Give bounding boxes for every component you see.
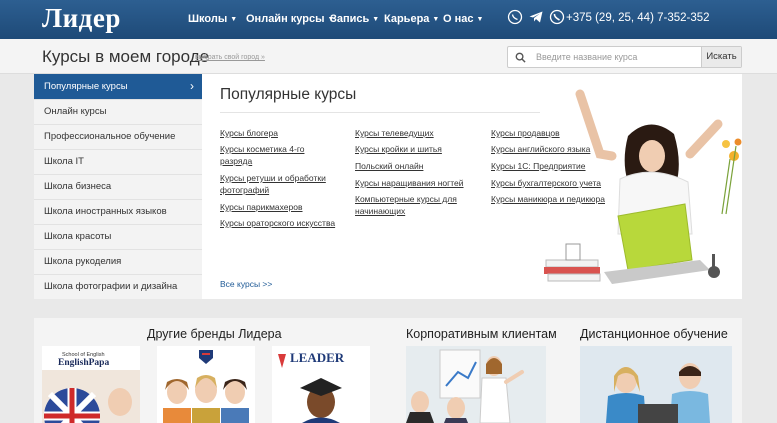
sidebar-item-beauty[interactable]: Школа красоты <box>34 224 202 250</box>
corporate-title: Корпоративным клиентам <box>406 327 557 341</box>
chevron-down-icon: ▼ <box>230 16 238 23</box>
sidebar-item-crafts[interactable]: Школа рукоделия <box>34 249 202 275</box>
search-button[interactable]: Искать <box>701 47 741 67</box>
nav-online-courses[interactable]: Онлайн курсы ▼ <box>246 13 334 25</box>
nav-label: Школы <box>188 13 228 25</box>
students-photo <box>163 350 249 423</box>
nav-label: О нас <box>443 13 474 25</box>
nav-label: Онлайн курсы <box>246 13 325 25</box>
phone-icon[interactable] <box>549 9 565 25</box>
course-link[interactable]: Курсы ораторского искусства <box>220 217 350 229</box>
distance-learning-photo <box>606 363 710 423</box>
sidebar-item-label: Школа рукоделия <box>44 256 122 267</box>
nav-career[interactable]: Карьера ▼ <box>384 13 439 25</box>
sidebar-item-photo-design[interactable]: Школа фотографии и дизайна <box>34 274 202 300</box>
chevron-down-icon: ▼ <box>372 16 380 23</box>
sidebar-item-label: Популярные курсы <box>44 81 128 92</box>
sidebar-item-it[interactable]: Школа IT <box>34 149 202 175</box>
corporate-clients-card[interactable] <box>406 346 546 423</box>
sidebar-item-label: Школа IT <box>44 156 84 167</box>
search-input[interactable] <box>536 49 656 65</box>
nav-enrollment[interactable]: Запись ▼ <box>330 13 379 25</box>
hero-woman-illustration <box>544 89 742 284</box>
nav-schools[interactable]: Школы ▼ <box>188 13 237 25</box>
search-box: Искать <box>507 46 742 68</box>
brand-englishpapa-card[interactable]: School of English EnglishPapa <box>42 346 140 423</box>
nav-about[interactable]: О нас ▼ <box>443 13 483 25</box>
sidebar-item-professional[interactable]: Профессиональное обучение <box>34 124 202 150</box>
site-logo[interactable]: Лидер <box>42 3 121 34</box>
sidebar-item-popular[interactable]: Популярные курсы › <box>34 74 202 100</box>
sidebar-item-label: Школа бизнеса <box>44 181 112 192</box>
course-link[interactable]: Польский онлайн <box>355 160 480 172</box>
chevron-right-icon: › <box>190 79 194 93</box>
nav-label: Карьера <box>384 13 430 25</box>
search-icon <box>515 52 526 63</box>
divider <box>220 112 540 113</box>
sub-header: Курсы в моем городе выбрать свой город »… <box>0 39 777 74</box>
distance-title: Дистанционное обучение <box>580 327 728 341</box>
leader-logo: LEADER <box>290 350 345 365</box>
brand-leader-card[interactable]: LEADER <box>272 346 370 423</box>
brands-title: Другие бренды Лидера <box>147 327 282 341</box>
course-link[interactable]: Курсы парикмахеров <box>220 201 340 213</box>
page-title: Курсы в моем городе <box>42 47 210 66</box>
telegram-icon[interactable] <box>528 9 544 25</box>
sidebar-item-languages[interactable]: Школа иностранных языков <box>34 199 202 225</box>
sidebar-item-online[interactable]: Онлайн курсы <box>34 99 202 125</box>
chevron-down-icon: ▼ <box>432 16 440 23</box>
course-link[interactable]: Курсы телеведущих <box>355 127 480 139</box>
choose-city-link[interactable]: выбрать свой город » <box>195 54 265 61</box>
course-link[interactable]: Курсы кройки и шитья <box>355 143 480 155</box>
course-link[interactable]: Курсы блогера <box>220 127 340 139</box>
brand-card-2[interactable] <box>157 346 255 423</box>
phone-number[interactable]: +375 (29, 25, 44) 7-352-352 <box>566 12 710 24</box>
bottom-section: Другие бренды Лидера Корпоративным клиен… <box>34 318 742 423</box>
sidebar-item-label: Школа красоты <box>44 231 112 242</box>
viber-icon[interactable] <box>507 9 523 25</box>
course-link[interactable]: Компьютерные курсы для начинающих <box>355 193 470 217</box>
course-link[interactable]: Курсы косметика 4-го разряда <box>220 143 320 167</box>
corporate-training-photo <box>406 349 524 423</box>
all-courses-link[interactable]: Все курсы >> <box>220 279 272 289</box>
englishpapa-logo: EnglishPapa <box>58 358 110 368</box>
section-title: Популярные курсы <box>220 86 357 103</box>
popular-courses-panel: Популярные курсы Курсы блогера Курсы кос… <box>202 74 742 299</box>
course-link[interactable]: Курсы наращивания ногтей <box>355 177 480 189</box>
sidebar-item-business[interactable]: Школа бизнеса <box>34 174 202 200</box>
distance-learning-card[interactable] <box>580 346 732 423</box>
nav-label: Запись <box>330 13 370 25</box>
sidebar-item-label: Профессиональное обучение <box>44 131 176 142</box>
chevron-down-icon: ▼ <box>476 16 484 23</box>
sidebar: Популярные курсы › Онлайн курсы Професси… <box>34 74 202 299</box>
sidebar-item-label: Онлайн курсы <box>44 106 107 117</box>
sidebar-item-label: Школа иностранных языков <box>44 206 167 217</box>
course-link[interactable]: Курсы ретуши и обработки фотографий <box>220 172 340 196</box>
sidebar-item-label: Школа фотографии и дизайна <box>44 281 178 292</box>
top-header: Лидер Школы ▼ Онлайн курсы ▼ Запись ▼ Карье… <box>0 0 777 39</box>
